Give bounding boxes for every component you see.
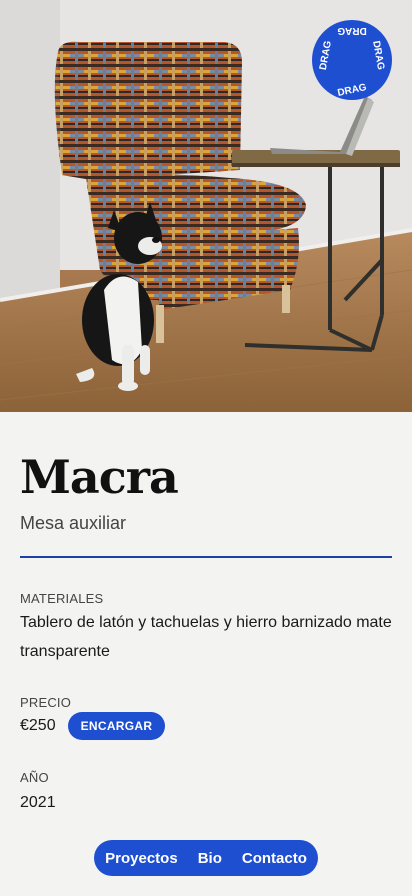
bottom-nav: Proyectos Bio Contacto — [94, 840, 318, 876]
product-title: Macra — [20, 450, 179, 504]
section-divider — [20, 556, 392, 558]
badge-text-left: DRAG — [318, 40, 334, 71]
drag-badge[interactable]: DRAG DRAG DRAG DRAG — [312, 20, 392, 100]
price-label: PRECIO — [20, 695, 72, 710]
materials-value: Tablero de latón y tachuelas y hierro ba… — [20, 614, 392, 660]
badge-text-top: DRAG — [337, 25, 367, 36]
year-value: 2021 — [20, 794, 56, 811]
year-label: AÑO — [20, 770, 49, 785]
nav-item-bio[interactable]: Bio — [198, 850, 222, 867]
product-category: Mesa auxiliar — [20, 513, 127, 533]
badge-text-bottom: DRAG — [337, 82, 368, 99]
materials-label: MATERIALES — [20, 591, 104, 606]
product-photo[interactable]: DRAG DRAG DRAG DRAG — [0, 0, 412, 412]
nav-item-proyectos[interactable]: Proyectos — [105, 850, 178, 867]
drag-badge-text-ring: DRAG DRAG DRAG DRAG — [318, 25, 386, 99]
order-button[interactable]: ENCARGAR — [67, 712, 166, 740]
nav-item-contacto[interactable]: Contacto — [242, 850, 307, 867]
price-row: €250 ENCARGAR — [20, 712, 166, 740]
badge-text-right: DRAG — [370, 40, 386, 71]
price-value: €250 — [20, 717, 56, 734]
